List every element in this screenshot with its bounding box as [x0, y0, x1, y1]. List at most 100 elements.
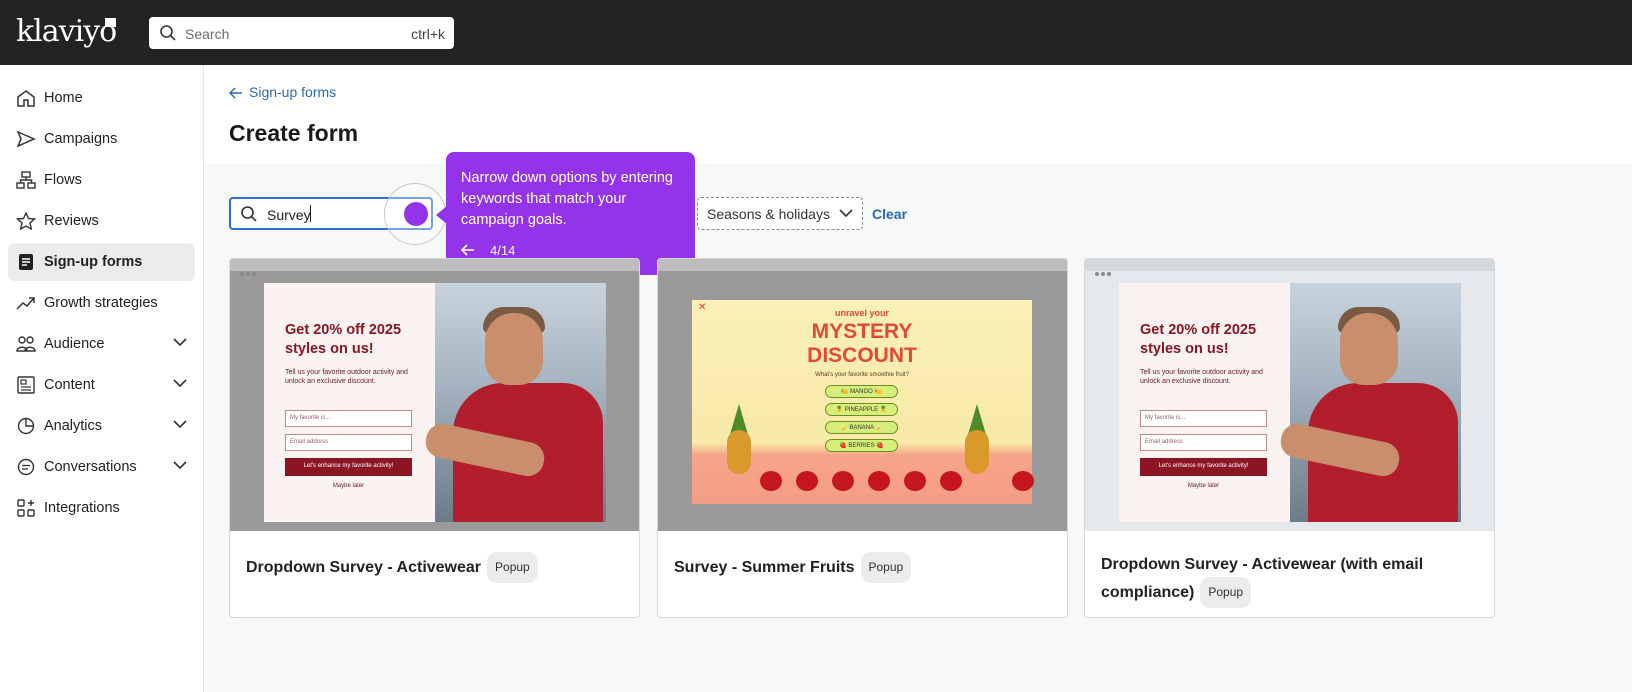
breadcrumb-signup-forms[interactable]: Sign-up forms	[249, 84, 336, 100]
sidebar-item-home[interactable]: Home	[8, 79, 195, 117]
preview-option: 🍓 BERRIES 🍓	[825, 439, 898, 452]
chevron-down-icon	[173, 338, 187, 347]
sidebar-item-growth-strategies[interactable]: Growth strategies	[8, 284, 195, 322]
tour-tooltip: Narrow down options by entering keywords…	[446, 152, 695, 275]
preview-button: Let's enhance my favorite activity!	[285, 458, 412, 476]
sidebar-item-analytics[interactable]: Analytics	[8, 407, 195, 445]
chevron-down-icon	[173, 379, 187, 388]
clear-filters-link[interactable]: Clear	[872, 206, 907, 222]
chevron-down-icon	[839, 209, 853, 218]
preview-button: Let's enhance my favorite activity!	[1140, 458, 1267, 476]
pineapple	[727, 430, 751, 474]
apple	[832, 471, 854, 491]
browser-bar	[658, 259, 1067, 271]
template-title: Dropdown Survey - Activewear Popup	[246, 552, 626, 583]
global-search-input[interactable]: Search ctrl+k	[149, 17, 454, 49]
preview-headline: MYSTERY DISCOUNT	[807, 320, 917, 367]
preview-headline: Get 20% off 2025 styles on us!	[285, 322, 402, 357]
send-icon	[16, 130, 36, 148]
arrow-left-icon[interactable]	[461, 243, 475, 257]
preview-option: 🍌 BANANA 🍌	[825, 421, 898, 434]
sidebar-item-content[interactable]: Content	[8, 366, 195, 404]
search-value: Survey	[267, 207, 311, 223]
page-title: Create form	[229, 120, 359, 146]
sidebar-item-label: Home	[44, 90, 83, 106]
pie-chart-icon	[17, 417, 35, 435]
top-bar: klaviyo Search ctrl+k	[0, 0, 1632, 65]
template-card[interactable]: ✕ unravel your MYSTERY DISCOUNT What's yo…	[657, 258, 1068, 618]
popup-badge: Popup	[860, 552, 912, 583]
preview-later: Maybe later	[332, 483, 365, 489]
chevron-down-icon	[173, 420, 187, 429]
star-icon	[16, 212, 36, 230]
template-title: Survey - Summer Fruits Popup	[674, 552, 1054, 583]
home-icon	[17, 90, 35, 107]
logo-flag-icon	[105, 18, 116, 27]
sidebar: Home Campaigns Flows Reviews Sign-up for…	[0, 65, 204, 692]
tour-hotspot-dot[interactable]	[404, 202, 428, 226]
sidebar-item-label: Integrations	[44, 500, 120, 516]
popup-preview: Get 20% off 2025 styles on us! Tell us y…	[264, 283, 606, 522]
apple	[796, 471, 818, 491]
sidebar-item-label: Growth strategies	[44, 295, 158, 311]
sidebar-item-label: Content	[44, 377, 95, 393]
search-icon	[241, 206, 257, 222]
sidebar-item-audience[interactable]: Audience	[8, 325, 195, 363]
template-preview: Get 20% off 2025 styles on us! Tell us y…	[230, 259, 639, 531]
apple	[868, 471, 890, 491]
trend-up-icon	[16, 297, 35, 310]
sidebar-item-integrations[interactable]: Integrations	[8, 489, 195, 527]
browser-bar	[230, 259, 639, 276]
sidebar-item-label: Reviews	[44, 213, 99, 229]
search-placeholder: Search	[185, 26, 230, 42]
sidebar-item-label: Flows	[44, 172, 82, 188]
apple	[760, 471, 782, 491]
popup-badge: Popup	[1200, 577, 1252, 608]
audience-icon	[16, 336, 36, 352]
athlete-photo	[422, 283, 606, 522]
klaviyo-logo[interactable]: klaviyo	[16, 14, 117, 49]
apple	[904, 471, 926, 491]
preview-kicker: unravel your	[834, 308, 890, 318]
page-header	[205, 65, 1632, 164]
browser-bar	[1085, 259, 1494, 276]
seasons-holidays-dropdown[interactable]: Seasons & holidays	[697, 197, 863, 230]
tooltip-message: Narrow down options by entering keywords…	[461, 170, 673, 228]
preview-option: 🍍 PINEAPPLE 🍍	[825, 403, 898, 416]
sidebar-item-campaigns[interactable]: Campaigns	[8, 120, 195, 158]
preview-email: Email address	[285, 434, 412, 451]
search-shortcut: ctrl+k	[411, 26, 445, 42]
popup-preview: ✕ unravel your MYSTERY DISCOUNT What's yo…	[692, 300, 1034, 504]
pineapple	[965, 430, 989, 474]
template-card[interactable]: Get 20% off 2025 styles on us! Tell us y…	[1084, 258, 1495, 618]
tour-step-counter: 4/14	[490, 243, 516, 258]
dropdown-label: Seasons & holidays	[707, 206, 830, 222]
preview-select: My favorite is...	[1140, 410, 1267, 427]
popup-preview: Get 20% off 2025 styles on us! Tell us y…	[1119, 283, 1461, 522]
text-cursor	[310, 205, 311, 222]
sidebar-item-conversations[interactable]: Conversations	[8, 448, 195, 486]
preview-question: What's your favorite smoothie fruit?	[815, 372, 909, 378]
apple	[940, 471, 962, 491]
sidebar-item-label: Campaigns	[44, 131, 118, 147]
popup-badge: Popup	[487, 552, 538, 583]
athlete-photo	[1277, 283, 1461, 522]
sidebar-item-label: Analytics	[44, 418, 103, 434]
sidebar-item-label: Conversations	[44, 459, 137, 475]
preview-email: Email address	[1140, 434, 1267, 451]
sidebar-item-signup-forms[interactable]: Sign-up forms	[8, 243, 195, 281]
content-icon	[17, 376, 35, 394]
chat-icon	[17, 458, 35, 476]
sidebar-item-label: Audience	[44, 336, 105, 352]
search-icon	[160, 25, 176, 41]
integrations-icon	[17, 499, 35, 517]
sidebar-item-flows[interactable]: Flows	[8, 161, 195, 199]
chevron-down-icon	[173, 461, 187, 470]
apple	[1012, 471, 1034, 491]
template-title: Dropdown Survey - Activewear (with email…	[1101, 552, 1481, 608]
form-icon	[19, 254, 33, 270]
arrow-left-icon	[229, 87, 242, 99]
preview-text: Tell us your favorite outdoor activity a…	[285, 369, 408, 385]
template-card[interactable]: Get 20% off 2025 styles on us! Tell us y…	[229, 258, 640, 618]
sidebar-item-reviews[interactable]: Reviews	[8, 202, 195, 240]
